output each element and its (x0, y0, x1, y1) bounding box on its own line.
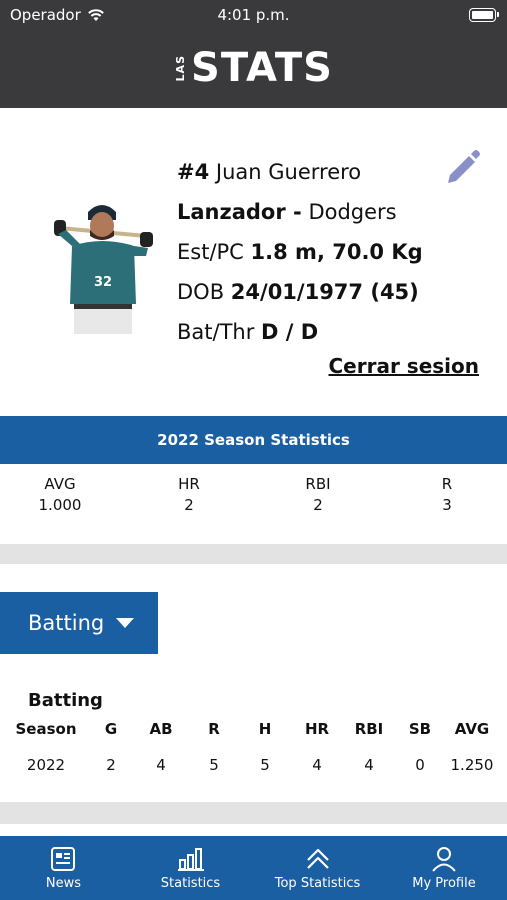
player-position: Lanzador - (177, 200, 302, 224)
col-ab: AB (149, 720, 173, 738)
profile-icon (432, 847, 456, 872)
status-bar: Operador 4:01 p.m. (0, 0, 507, 32)
tab-label: Top Statistics (274, 876, 361, 891)
statistics-icon (177, 848, 204, 871)
logo-las: LAS (174, 54, 188, 82)
tab-label: News (45, 876, 82, 891)
cell-rbi: 4 (364, 756, 374, 774)
col-hr: HR (304, 720, 330, 738)
cell-g: 2 (106, 756, 116, 774)
cell-avg: 1.250 (450, 756, 494, 774)
stat-hr: HR 2 (139, 474, 239, 516)
tab-statistics[interactable]: Statistics (127, 836, 254, 900)
section-divider (0, 544, 507, 564)
stat-rbi: RBI 2 (268, 474, 368, 516)
col-sb: SB (408, 720, 432, 738)
dropdown-selected-label: Batting (28, 611, 105, 635)
col-h: H (258, 720, 272, 738)
jersey-number: 32 (94, 275, 112, 290)
col-rbi: RBI (354, 720, 384, 738)
height-weight-value: 1.8 m, 70.0 Kg (250, 240, 423, 264)
player-profile: 32 #4 Juan Guerrero Lanzador - Dodgers E… (0, 108, 507, 414)
tab-my-profile[interactable]: My Profile (381, 836, 507, 900)
cell-r: 5 (209, 756, 219, 774)
stat-value: 2 (184, 496, 194, 514)
dob-label: DOB (177, 280, 225, 304)
news-icon (50, 847, 75, 871)
app-header: Operador 4:01 p.m. LAS STATS (0, 0, 507, 108)
season-stats-title: 2022 Season Statistics (157, 431, 350, 449)
tab-top-statistics[interactable]: Top Statistics (254, 836, 381, 900)
player-size-row: Est/PC 1.8 m, 70.0 Kg (177, 232, 423, 272)
cell-hr: 4 (312, 756, 322, 774)
stat-label: HR (178, 475, 200, 493)
player-position-row: Lanzador - Dodgers (177, 192, 423, 232)
stats-type-dropdown[interactable]: Batting (0, 592, 158, 654)
player-name-row: #4 Juan Guerrero (177, 152, 423, 192)
logout-link[interactable]: Cerrar sesion (329, 354, 480, 378)
col-g: G (104, 720, 118, 738)
col-season: Season (15, 720, 77, 738)
cell-sb: 0 (415, 756, 425, 774)
player-name: Juan Guerrero (215, 160, 362, 184)
stat-r: R 3 (397, 474, 497, 516)
player-dob-row: DOB 24/01/1977 (45) (177, 272, 423, 312)
player-info: #4 Juan Guerrero Lanzador - Dodgers Est/… (177, 152, 423, 352)
player-number: #4 (177, 160, 210, 184)
col-avg: AVG (454, 720, 490, 738)
player-batthr-row: Bat/Thr D / D (177, 312, 423, 352)
section-divider (0, 802, 507, 824)
cell-ab: 4 (156, 756, 166, 774)
height-weight-label: Est/PC (177, 240, 244, 264)
logo-stats: STATS (191, 45, 333, 91)
stat-label: AVG (44, 475, 76, 493)
stat-value: 2 (313, 496, 323, 514)
caret-down-icon (116, 618, 135, 628)
stat-value: 3 (442, 496, 452, 514)
cell-season: 2022 (26, 756, 66, 774)
top-statistics-icon (306, 848, 329, 869)
player-photo: 32 (54, 205, 153, 334)
season-stats-summary: AVG 1.000 HR 2 RBI 2 R 3 (0, 474, 507, 524)
season-stats-header: 2022 Season Statistics (0, 416, 507, 464)
stat-label: RBI (305, 475, 331, 493)
col-r: R (208, 720, 220, 738)
stat-label: R (441, 475, 453, 493)
bottom-tab-bar: News Statistics Top Statistics My Profil… (0, 836, 507, 900)
dob-value: 24/01/1977 (45) (230, 280, 419, 304)
status-time: 4:01 p.m. (217, 6, 290, 24)
player-team: Dodgers (308, 200, 397, 224)
stat-avg: AVG 1.000 (10, 474, 110, 516)
app-logo: LAS STATS (0, 48, 507, 88)
bat-thr-value: D / D (261, 320, 319, 344)
bat-thr-label: Bat/Thr (177, 320, 255, 344)
tab-label: Statistics (160, 876, 221, 891)
cell-h: 5 (260, 756, 270, 774)
tab-news[interactable]: News (0, 836, 127, 900)
battery-icon (469, 8, 499, 22)
stat-value: 1.000 (38, 496, 82, 514)
tab-label: My Profile (412, 876, 476, 891)
edit-pencil-icon[interactable] (444, 148, 482, 186)
batting-table-title: Batting (28, 690, 103, 711)
